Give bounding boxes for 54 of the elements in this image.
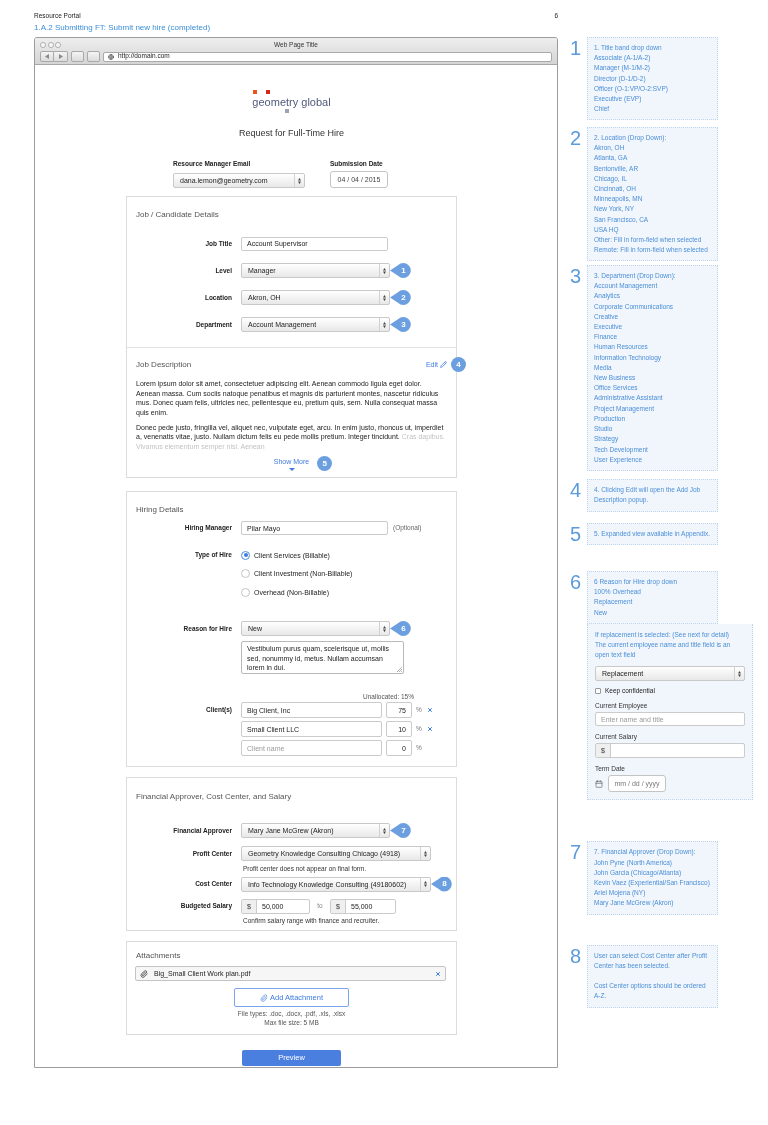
forward-button[interactable] <box>54 51 68 62</box>
calendar-icon[interactable] <box>595 779 603 788</box>
callout-marker: 3 <box>390 317 411 332</box>
back-button[interactable] <box>40 51 54 62</box>
section-title: Attachments <box>136 951 181 960</box>
paperclip-icon <box>260 993 268 1002</box>
annotation-number: 6 <box>570 570 582 593</box>
annotation-number: 8 <box>570 944 582 967</box>
close-icon[interactable] <box>435 970 441 977</box>
callout-marker: 6 <box>390 621 411 636</box>
callout-marker: 7 <box>390 823 411 838</box>
section-title: Job Description <box>136 359 192 370</box>
callout-marker: 4 <box>451 357 466 372</box>
annotation-number: 1 <box>570 37 582 59</box>
updown-arrows-icon <box>383 625 386 632</box>
section-title: Hiring Details <box>136 505 184 514</box>
callout-marker: 2 <box>390 290 411 305</box>
updown-arrows-icon <box>424 850 427 857</box>
globe-icon <box>108 53 114 60</box>
pencil-icon <box>440 361 447 368</box>
radio-button[interactable] <box>241 550 250 560</box>
resize-grip-icon[interactable] <box>397 667 402 672</box>
close-icon[interactable] <box>426 726 433 732</box>
section-title: Job / Candidate Details <box>136 210 219 219</box>
callout-marker: 8 <box>431 876 452 892</box>
updown-arrows-icon <box>383 294 386 301</box>
back-arrow-icon <box>45 54 49 59</box>
annotation-number: 4 <box>570 479 582 502</box>
callout-marker: 5 <box>317 456 333 471</box>
section-title: Financial Approver, Cost Center, and Salary <box>136 792 292 801</box>
close-icon[interactable] <box>426 707 433 713</box>
logo-squares-icon <box>253 90 271 94</box>
callout-marker: 1 <box>390 263 411 278</box>
annotation-number: 7 <box>570 841 582 864</box>
updown-arrows-icon <box>383 321 386 328</box>
toolbar-button[interactable] <box>87 51 100 62</box>
updown-arrows-icon <box>298 177 301 184</box>
updown-arrows-icon <box>424 881 427 887</box>
forward-arrow-icon <box>58 54 63 59</box>
document-subtitle: 1.A.2 Submitting FT: Submit new hire (completed) <box>34 23 211 32</box>
checkbox[interactable] <box>595 688 601 695</box>
logo-text: geometry global <box>252 96 331 108</box>
updown-arrows-icon <box>738 670 741 677</box>
annotation-number: 2 <box>570 127 582 149</box>
toolbar-button[interactable] <box>71 51 84 62</box>
caret-down-icon <box>288 468 295 471</box>
radio-button[interactable] <box>241 569 250 578</box>
annotation-number: 3 <box>570 265 582 288</box>
updown-arrows-icon <box>383 267 386 274</box>
annotation-number: 5 <box>570 523 582 546</box>
form-heading: Request for Full-Time Hire <box>238 128 345 138</box>
radio-button[interactable] <box>241 587 250 597</box>
paperclip-icon <box>140 969 148 978</box>
updown-arrows-icon <box>383 827 386 834</box>
